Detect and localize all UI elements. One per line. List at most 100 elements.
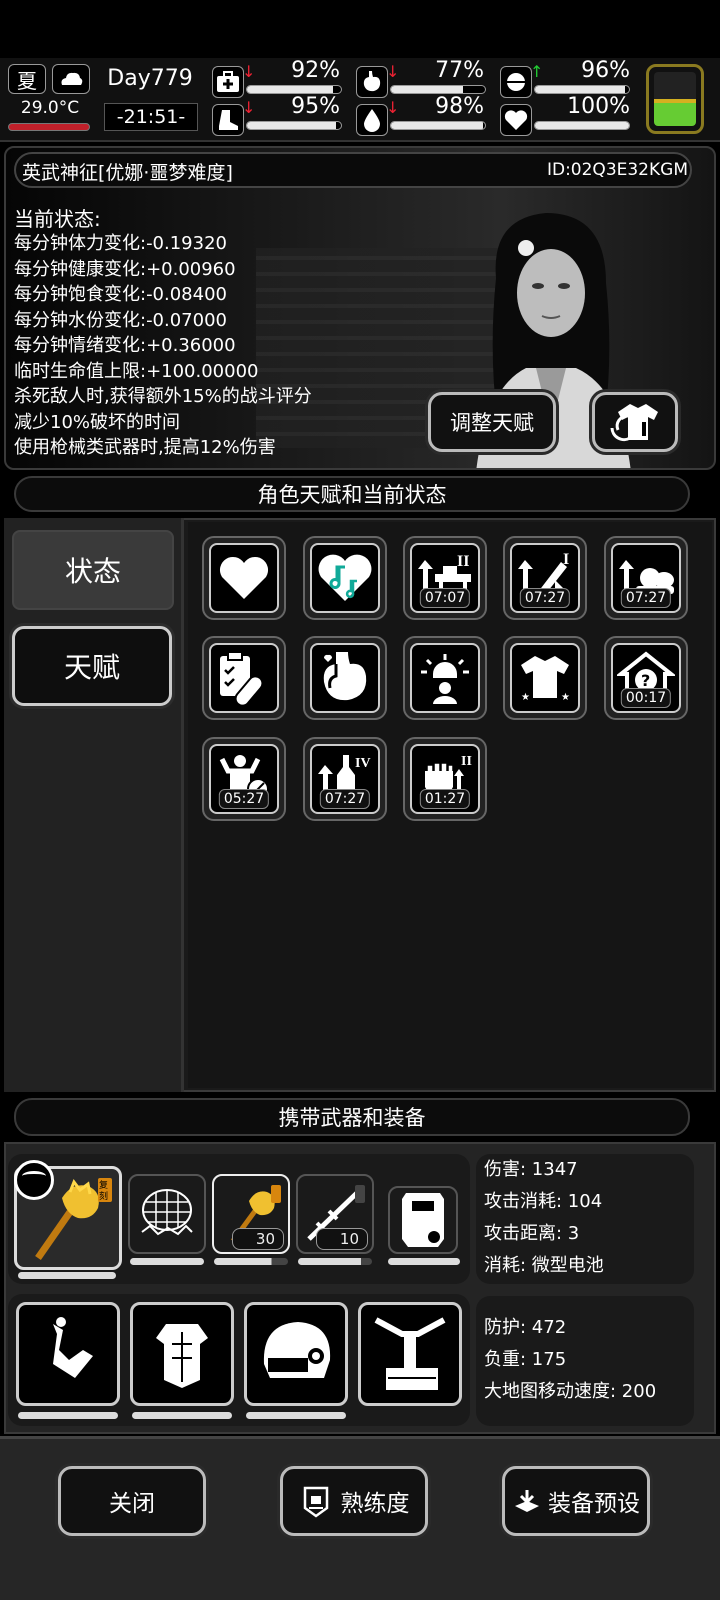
water-drop-icon — [356, 104, 388, 136]
svg-text:★: ★ — [521, 692, 530, 703]
weapon-slot[interactable]: 30 — [212, 1174, 290, 1254]
talent-timer: 07:27 — [620, 588, 672, 608]
status-line: 每分钟情绪变化:+0.36000 — [14, 335, 236, 356]
talent-section-title: 角色天赋和当前状态 — [14, 476, 690, 512]
talent-slot[interactable]: 07:27 — [604, 536, 688, 620]
season-label: 夏 — [17, 68, 37, 93]
armor-slot[interactable] — [16, 1302, 120, 1406]
weapon-durability-bar — [214, 1258, 288, 1265]
armor-durability-bar — [18, 1412, 118, 1419]
status-title: 当前状态: — [14, 207, 101, 231]
net-icon — [141, 1189, 193, 1236]
svg-text:★: ★ — [561, 692, 570, 703]
talent-section-title-text: 角色天赋和当前状态 — [257, 483, 447, 507]
change-outfit-button[interactable] — [592, 392, 678, 452]
talent-slot[interactable]: ★ ★ — [503, 636, 587, 720]
svg-text:IV: IV — [355, 756, 371, 771]
weapon-slot[interactable] — [128, 1174, 206, 1254]
talent-slot[interactable] — [303, 536, 387, 620]
health-value: 96% — [581, 58, 630, 83]
svg-text:复: 复 — [99, 1179, 108, 1191]
weather-icon — [52, 64, 90, 94]
exo-arm-icon — [53, 1317, 93, 1378]
talent-slot[interactable] — [303, 636, 387, 720]
satiety-value: 77% — [435, 58, 484, 83]
weapon-durability-bar — [298, 1258, 372, 1265]
weapon-stats-panel: 伤害: 1347 攻击消耗: 104 攻击距离: 3 消耗: 微型电池 — [476, 1154, 694, 1284]
armor-slot[interactable] — [130, 1302, 234, 1406]
stomach-heart-icon — [323, 652, 367, 701]
talent-slot[interactable] — [403, 636, 487, 720]
ammo-count: 30 — [232, 1228, 284, 1250]
talent-slot[interactable]: II 01:27 — [403, 737, 487, 821]
status-line: 每分钟体力变化:-0.19320 — [14, 233, 227, 254]
talent-slot[interactable]: II 07:07 — [403, 536, 487, 620]
hydration-bar — [390, 121, 486, 130]
talent-timer: 07:27 — [319, 789, 371, 809]
shirt-icon: ★ ★ — [521, 656, 570, 703]
status-line: 使用枪械类武器时,提高12%伤害 — [14, 437, 276, 458]
equipment-preset-button[interactable]: 装备预设 — [502, 1466, 650, 1536]
close-button-label: 关闭 — [109, 1491, 155, 1517]
weight-stat: 负重: 175 — [484, 1349, 567, 1370]
day-counter: Day779 — [107, 66, 193, 91]
status-line: 每分钟饱食变化:-0.08400 — [14, 284, 227, 305]
tab-status[interactable]: 状态 — [12, 530, 174, 610]
talent-timer: 05:27 — [218, 789, 270, 809]
talent-slot[interactable] — [202, 636, 286, 720]
battery-indicator[interactable] — [646, 64, 704, 134]
talent-slot[interactable]: IV 07:27 — [303, 737, 387, 821]
talent-slot[interactable] — [202, 536, 286, 620]
weapon-durability-bar — [130, 1258, 204, 1265]
helmet-icon — [263, 1322, 331, 1378]
tab-status-label: 状态 — [64, 555, 121, 588]
armor-slot[interactable] — [358, 1302, 462, 1406]
armor-slot[interactable] — [244, 1302, 348, 1406]
tab-talent[interactable]: 天赋 — [12, 626, 172, 706]
temperature-readout: 29.0°C — [20, 98, 80, 118]
talent-slot[interactable]: I 07:27 — [503, 536, 587, 620]
ammo-type-indicator[interactable] — [14, 1160, 54, 1200]
clock-readout: -21:51- — [104, 103, 198, 131]
tab-talent-label: 天赋 — [63, 651, 120, 684]
hydration-value: 98% — [435, 94, 484, 119]
close-button[interactable]: 关闭 — [58, 1466, 206, 1536]
ammo-count: 10 — [316, 1228, 368, 1250]
outfit-swap-icon — [610, 404, 658, 442]
armor-stats-panel: 防护: 472 负重: 175 大地图移动速度: 200 — [476, 1296, 694, 1426]
talent-slot[interactable]: ? 00:17 — [604, 636, 688, 720]
map-speed-stat: 大地图移动速度: 200 — [484, 1381, 657, 1402]
svg-text:刻: 刻 — [99, 1190, 108, 1202]
equipment-section-title: 携带武器和装备 — [14, 1098, 690, 1136]
health-bar — [534, 85, 630, 94]
stamina-bar — [246, 85, 342, 94]
talent-slot[interactable]: 05:27 — [202, 737, 286, 821]
pill-icon — [500, 66, 532, 98]
music-heart-icon — [318, 554, 372, 601]
svg-text:II: II — [457, 553, 469, 570]
weapon-slot[interactable]: 10 — [296, 1174, 374, 1254]
heart-icon — [500, 104, 532, 136]
riot-shield-icon — [402, 1193, 444, 1247]
equipment-section-title-text: 携带武器和装备 — [278, 1106, 426, 1130]
character-name: 英武神征[优娜·噩梦难度] — [22, 162, 233, 184]
temperature-bar — [8, 123, 90, 131]
checklist-pill-icon — [220, 651, 264, 706]
armor-vest-icon — [156, 1324, 208, 1388]
proficiency-button[interactable]: 熟练度 — [280, 1466, 428, 1536]
attack-range-stat: 攻击距离: 3 — [484, 1223, 580, 1244]
status-line: 杀死敌人时,获得额外15%的战斗评分 — [14, 386, 312, 407]
talent-timer: 00:17 — [620, 688, 672, 708]
satiety-bar — [390, 85, 486, 94]
character-id: ID:02Q3E32KGM — [546, 160, 688, 180]
proficiency-icon — [303, 1486, 328, 1518]
weapon-slot[interactable] — [388, 1186, 458, 1254]
status-line: 每分钟健康变化:+0.00960 — [14, 258, 236, 280]
adjust-talent-button[interactable]: 调整天赋 — [428, 392, 556, 452]
preset-button-label: 装备预设 — [548, 1491, 640, 1517]
boot-icon — [212, 104, 244, 136]
weapon-durability-bar — [388, 1258, 460, 1265]
fatigue-value: 95% — [291, 94, 340, 119]
defense-stat: 防护: 472 — [484, 1317, 567, 1338]
exoskeleton-icon — [374, 1317, 446, 1390]
